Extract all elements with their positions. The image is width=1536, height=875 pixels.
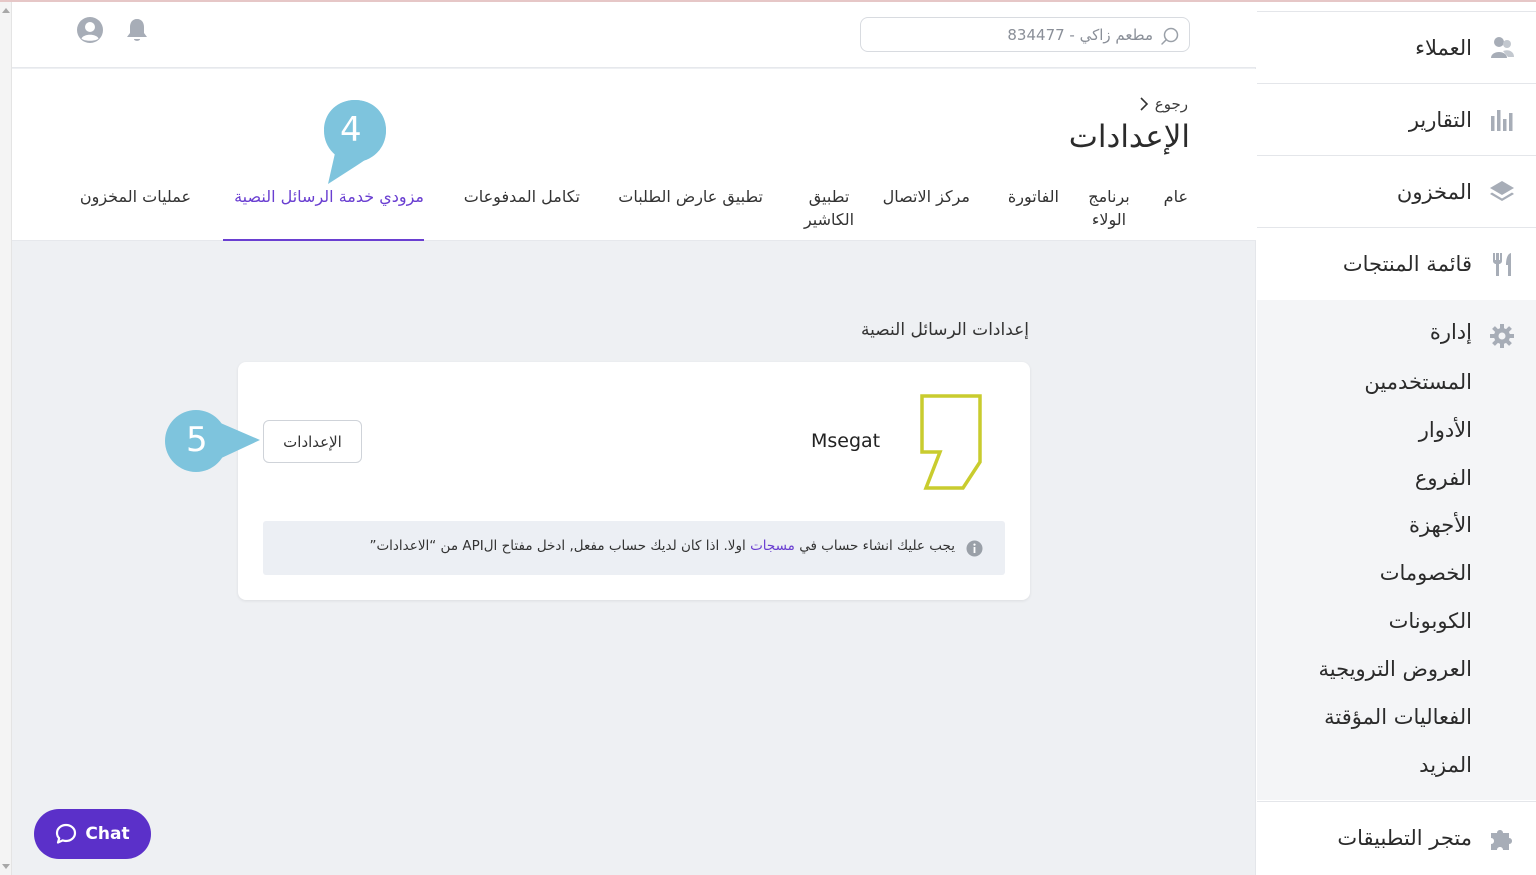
gear-icon bbox=[1490, 324, 1514, 348]
tab-inventory-operations[interactable]: عمليات المخزون bbox=[80, 185, 191, 208]
msegat-signup-link[interactable]: مسجات bbox=[750, 538, 795, 554]
sidebar-item-menu[interactable]: قائمة المنتجات bbox=[1257, 227, 1536, 299]
info-notice: يجب عليك انشاء حساب في مسجات اولا. اذا ك… bbox=[263, 521, 1005, 575]
tab-cashier-app[interactable]: تطبيق الكاشير bbox=[796, 185, 862, 231]
sidebar-item-devices[interactable]: الأجهزة bbox=[1409, 513, 1472, 537]
sidebar-item-branches[interactable]: الفروع bbox=[1415, 466, 1472, 490]
sidebar-item-roles[interactable]: الأدوار bbox=[1419, 418, 1472, 442]
chat-bubble-icon bbox=[56, 823, 77, 844]
tab-invoice[interactable]: الفاتورة bbox=[1008, 185, 1059, 208]
callout-4-number: 4 bbox=[340, 110, 362, 150]
sidebar-item-admin[interactable]: إدارة bbox=[1430, 320, 1472, 344]
inventory-icon bbox=[1490, 180, 1514, 201]
sidebar-item-users[interactable]: المستخدمين bbox=[1364, 370, 1472, 394]
sidebar-item-label: المخزون bbox=[1396, 179, 1472, 204]
reports-icon bbox=[1491, 109, 1513, 131]
sms-provider-card: Msegat الإعدادات يجب عليك انشاء حساب في … bbox=[238, 362, 1030, 600]
scrollbar[interactable] bbox=[0, 2, 12, 875]
msegat-logo-icon bbox=[920, 394, 982, 490]
info-text-before: يجب عليك انشاء حساب في bbox=[799, 538, 955, 554]
sidebar-item-timed-events[interactable]: الفعاليات المؤقتة bbox=[1324, 705, 1472, 729]
active-tab-indicator bbox=[223, 239, 424, 241]
sidebar-admin-section: إدارة المستخدمين الأدوار الفروع الأجهزة … bbox=[1257, 300, 1536, 800]
chevron-right-icon bbox=[1140, 97, 1148, 111]
callout-5: 5 bbox=[162, 410, 262, 472]
top-bar: مطعم زاكي - 834477 bbox=[12, 2, 1256, 68]
sidebar-item-label: التقارير bbox=[1408, 107, 1472, 132]
sidebar-item-label: متجر التطبيقات bbox=[1337, 825, 1472, 850]
tab-label: برنامج الولاء bbox=[1088, 187, 1130, 229]
menu-icon bbox=[1493, 252, 1511, 276]
tab-label: عام bbox=[1163, 187, 1188, 206]
tab-call-center[interactable]: مركز الاتصال bbox=[883, 185, 970, 208]
puzzle-icon bbox=[1491, 829, 1512, 850]
tab-label: تطبيق الكاشير bbox=[803, 187, 855, 229]
bell-icon[interactable] bbox=[124, 17, 150, 45]
main-content: مطعم زاكي - 834477 رجوع الإعدادات عام بر… bbox=[12, 2, 1256, 875]
sidebar-item-coupons[interactable]: الكوبونات bbox=[1389, 609, 1472, 633]
back-label: رجوع bbox=[1154, 95, 1188, 113]
tab-general[interactable]: عام bbox=[1164, 185, 1188, 208]
search-value: مطعم زاكي - 834477 bbox=[1007, 26, 1153, 44]
callout-4: 4 bbox=[320, 98, 390, 188]
sidebar-item-discounts[interactable]: الخصومات bbox=[1380, 561, 1472, 585]
tab-label: مزودي خدمة الرسائل النصية bbox=[234, 187, 424, 206]
sidebar-item-promotions[interactable]: العروض الترويجية bbox=[1319, 657, 1472, 681]
tab-sms-providers[interactable]: مزودي خدمة الرسائل النصية bbox=[234, 185, 424, 208]
sidebar-item-more[interactable]: المزيد bbox=[1419, 753, 1472, 777]
user-icon[interactable] bbox=[76, 16, 104, 44]
sidebar-item-reports[interactable]: التقارير bbox=[1257, 83, 1536, 155]
sidebar-item-label: قائمة المنتجات bbox=[1342, 251, 1472, 276]
customers-icon bbox=[1491, 36, 1514, 58]
search-icon bbox=[1161, 27, 1179, 45]
sidebar: العملاء التقارير المخزون قائمة المنتجات bbox=[1257, 2, 1536, 875]
page-title: الإعدادات bbox=[1068, 119, 1190, 155]
provider-name: Msegat bbox=[811, 430, 881, 452]
info-icon bbox=[966, 540, 983, 557]
tab-payment-integration[interactable]: تكامل المدفوعات bbox=[464, 185, 580, 208]
callout-5-number: 5 bbox=[186, 420, 208, 460]
scroll-up-arrow-icon[interactable] bbox=[2, 8, 10, 13]
chat-label: Chat bbox=[85, 824, 130, 844]
page-header: رجوع الإعدادات عام برنامج الولاء الفاتور… bbox=[12, 69, 1256, 241]
info-text-after: اولا. اذا كان لديك حساب مفعل, ادخل مفتاح… bbox=[369, 538, 746, 554]
tab-order-viewer-app[interactable]: تطبيق عارض الطلبات bbox=[618, 185, 763, 208]
tab-label: تكامل المدفوعات bbox=[463, 187, 580, 206]
chat-button[interactable]: Chat bbox=[34, 809, 151, 859]
tab-label: مركز الاتصال bbox=[882, 187, 970, 206]
info-text: يجب عليك انشاء حساب في مسجات اولا. اذا ك… bbox=[369, 538, 955, 554]
tab-label: تطبيق عارض الطلبات bbox=[618, 187, 763, 206]
provider-settings-button[interactable]: الإعدادات bbox=[263, 420, 362, 463]
sidebar-item-marketplace[interactable]: متجر التطبيقات bbox=[1257, 801, 1536, 873]
tab-label: عمليات المخزون bbox=[79, 187, 191, 206]
tab-loyalty[interactable]: برنامج الولاء bbox=[1084, 185, 1134, 231]
back-link[interactable]: رجوع bbox=[1139, 95, 1188, 113]
callout-5-bubble-icon bbox=[165, 410, 260, 472]
search-input[interactable]: مطعم زاكي - 834477 bbox=[860, 17, 1190, 52]
tab-label: الفاتورة bbox=[1007, 187, 1059, 206]
scroll-down-arrow-icon[interactable] bbox=[2, 864, 10, 869]
section-title: إعدادات الرسائل النصية bbox=[861, 320, 1029, 340]
sidebar-item-inventory[interactable]: المخزون bbox=[1257, 155, 1536, 227]
sidebar-item-customers[interactable]: العملاء bbox=[1257, 11, 1536, 83]
sidebar-item-label: العملاء bbox=[1415, 35, 1472, 60]
